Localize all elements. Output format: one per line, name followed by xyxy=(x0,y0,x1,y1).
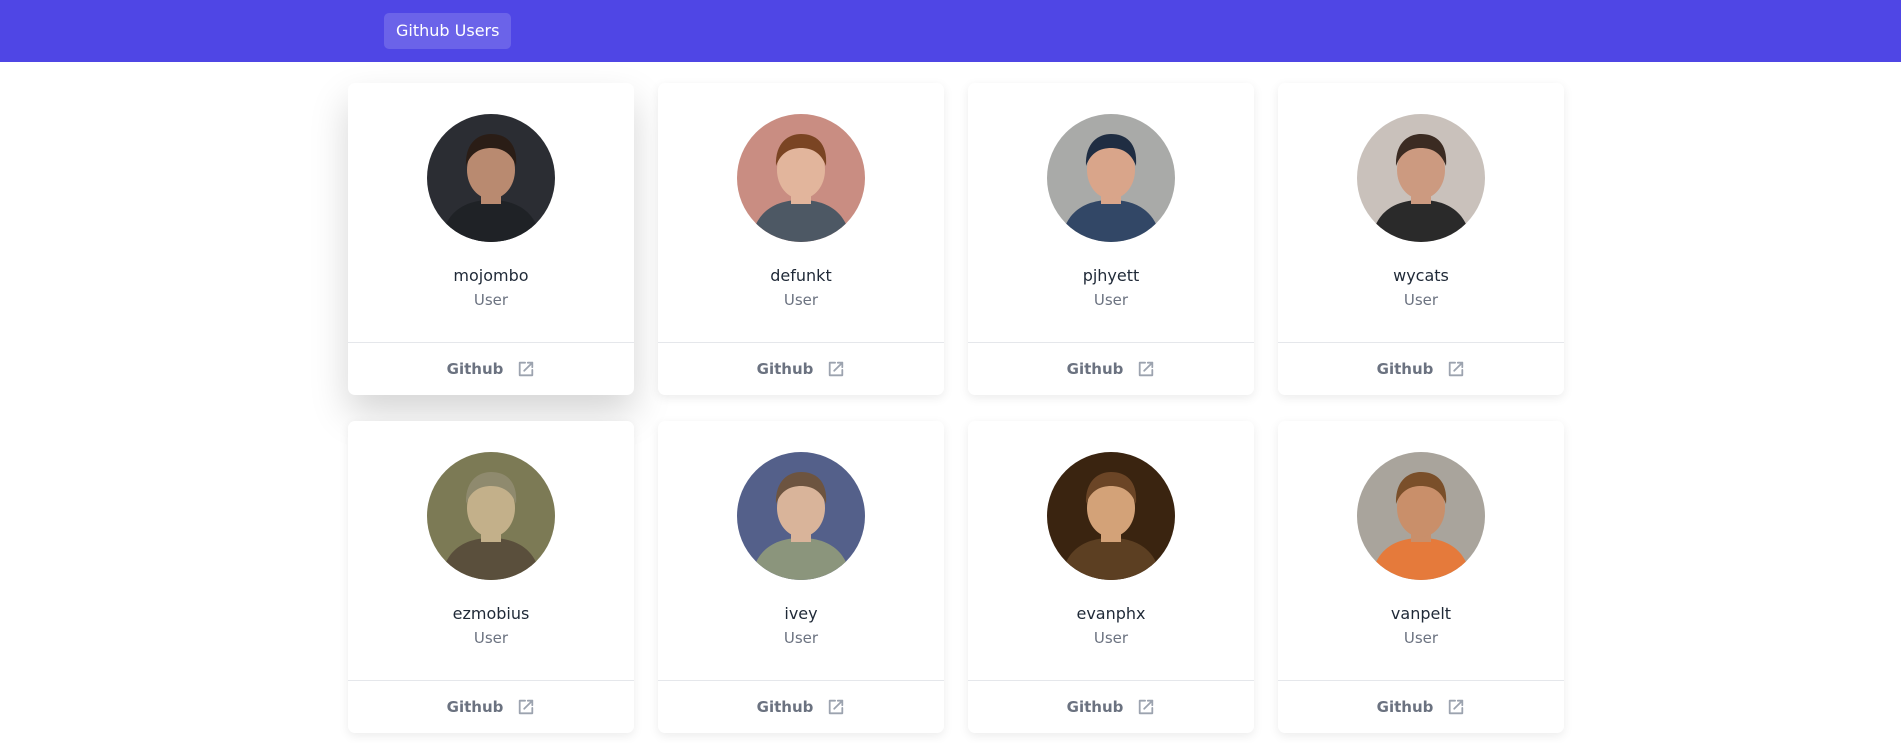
avatar-illustration xyxy=(427,114,555,242)
github-profile-link[interactable]: Github xyxy=(1278,343,1564,395)
user-role: User xyxy=(473,291,509,309)
user-role: User xyxy=(1093,291,1129,309)
user-login: pjhyett xyxy=(1082,266,1140,285)
user-role: User xyxy=(473,629,509,647)
user-role: User xyxy=(1093,629,1129,647)
external-link-icon xyxy=(517,698,535,716)
github-link-label: Github xyxy=(756,698,814,716)
github-link-label: Github xyxy=(446,698,504,716)
external-link-icon xyxy=(827,360,845,378)
github-profile-link[interactable]: Github xyxy=(968,343,1254,395)
avatar-illustration xyxy=(1357,452,1485,580)
avatar-illustration xyxy=(1357,114,1485,242)
avatar xyxy=(1047,452,1175,580)
user-role: User xyxy=(1403,291,1439,309)
github-profile-link[interactable]: Github xyxy=(968,681,1254,733)
user-card: pjhyett User Github xyxy=(968,83,1254,395)
avatar xyxy=(737,452,865,580)
github-profile-link[interactable]: Github xyxy=(348,681,634,733)
user-card: defunkt User Github xyxy=(658,83,944,395)
external-link-icon xyxy=(1137,698,1155,716)
avatar xyxy=(427,114,555,242)
github-profile-link[interactable]: Github xyxy=(1278,681,1564,733)
github-link-label: Github xyxy=(446,360,504,378)
github-link-label: Github xyxy=(1376,698,1434,716)
user-card: wycats User Github xyxy=(1278,83,1564,395)
user-role: User xyxy=(783,291,819,309)
user-login: mojombo xyxy=(453,266,529,285)
avatar-illustration xyxy=(737,452,865,580)
user-login: ivey xyxy=(784,604,818,623)
top-navbar: Github Users xyxy=(0,0,1901,62)
github-link-label: Github xyxy=(1066,698,1124,716)
user-role: User xyxy=(1403,629,1439,647)
user-role: User xyxy=(783,629,819,647)
avatar xyxy=(737,114,865,242)
avatar-illustration xyxy=(737,114,865,242)
avatar-illustration xyxy=(427,452,555,580)
github-link-label: Github xyxy=(1376,360,1434,378)
nav-brand-link[interactable]: Github Users xyxy=(384,13,512,49)
external-link-icon xyxy=(517,360,535,378)
user-login: vanpelt xyxy=(1390,604,1452,623)
user-card: ivey User Github xyxy=(658,421,944,733)
avatar xyxy=(1357,452,1485,580)
user-login: evanphx xyxy=(1076,604,1146,623)
user-card: vanpelt User Github xyxy=(1278,421,1564,733)
user-card: mojombo User Github xyxy=(348,83,634,395)
github-link-label: Github xyxy=(1066,360,1124,378)
avatar xyxy=(1357,114,1485,242)
avatar-illustration xyxy=(1047,114,1175,242)
avatar xyxy=(427,452,555,580)
github-profile-link[interactable]: Github xyxy=(658,343,944,395)
external-link-icon xyxy=(827,698,845,716)
user-card: evanphx User Github xyxy=(968,421,1254,733)
avatar-illustration xyxy=(1047,452,1175,580)
external-link-icon xyxy=(1137,360,1155,378)
external-link-icon xyxy=(1447,698,1465,716)
user-card: ezmobius User Github xyxy=(348,421,634,733)
user-login: defunkt xyxy=(770,266,832,285)
avatar xyxy=(1047,114,1175,242)
user-login: wycats xyxy=(1393,266,1449,285)
github-link-label: Github xyxy=(756,360,814,378)
user-login: ezmobius xyxy=(452,604,530,623)
github-profile-link[interactable]: Github xyxy=(348,343,634,395)
github-profile-link[interactable]: Github xyxy=(658,681,944,733)
external-link-icon xyxy=(1447,360,1465,378)
